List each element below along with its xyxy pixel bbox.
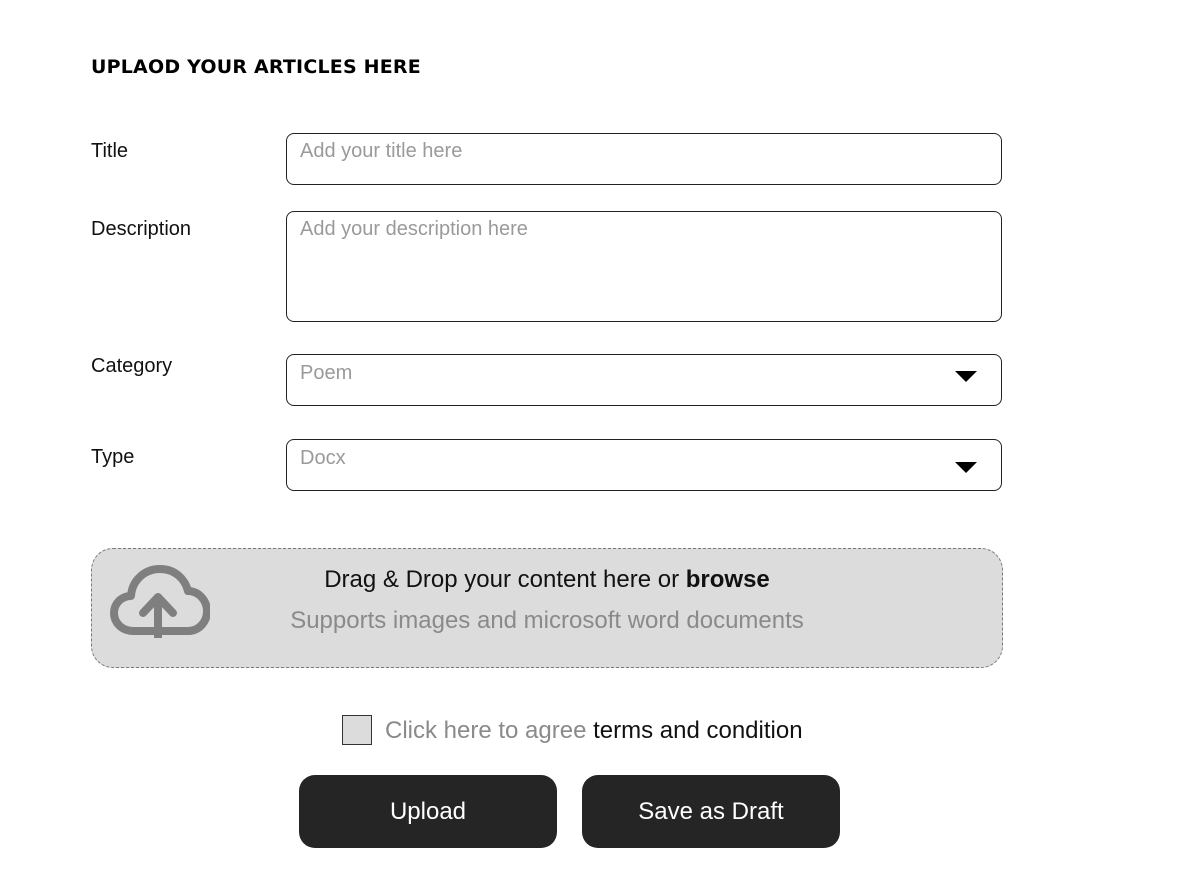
agree-prefix: Click here to agree: [385, 717, 594, 744]
dropzone-supported-types: Supports images and microsoft word docum…: [290, 607, 804, 634]
terms-checkbox[interactable]: [342, 715, 372, 745]
title-field-box[interactable]: [286, 133, 1002, 185]
title-input[interactable]: [300, 140, 980, 163]
category-select[interactable]: Poem: [286, 354, 1002, 406]
description-field-box[interactable]: [286, 211, 1002, 322]
browse-link[interactable]: browse: [686, 566, 770, 593]
terms-link[interactable]: terms and condition: [593, 717, 802, 744]
chevron-down-icon: [955, 462, 977, 473]
description-label: Description: [91, 218, 192, 240]
upload-button[interactable]: Upload: [299, 775, 557, 848]
type-selected-value: Docx: [300, 447, 346, 469]
save-as-draft-button[interactable]: Save as Draft: [582, 775, 840, 848]
page-title: UPLAOD YOUR ARTICLES HERE: [91, 56, 421, 78]
type-label: Type: [91, 446, 135, 468]
file-dropzone[interactable]: Drag & Drop your content here or browse …: [91, 548, 1003, 668]
description-textarea[interactable]: [300, 218, 980, 310]
category-selected-value: Poem: [300, 362, 353, 384]
category-label: Category: [91, 355, 173, 377]
type-select[interactable]: Docx: [286, 439, 1002, 491]
title-label: Title: [91, 140, 129, 162]
dropzone-instruction: Drag & Drop your content here or browse: [324, 566, 770, 593]
chevron-down-icon: [955, 371, 977, 382]
terms-agreement-text: Click here to agree terms and condition: [385, 717, 803, 745]
